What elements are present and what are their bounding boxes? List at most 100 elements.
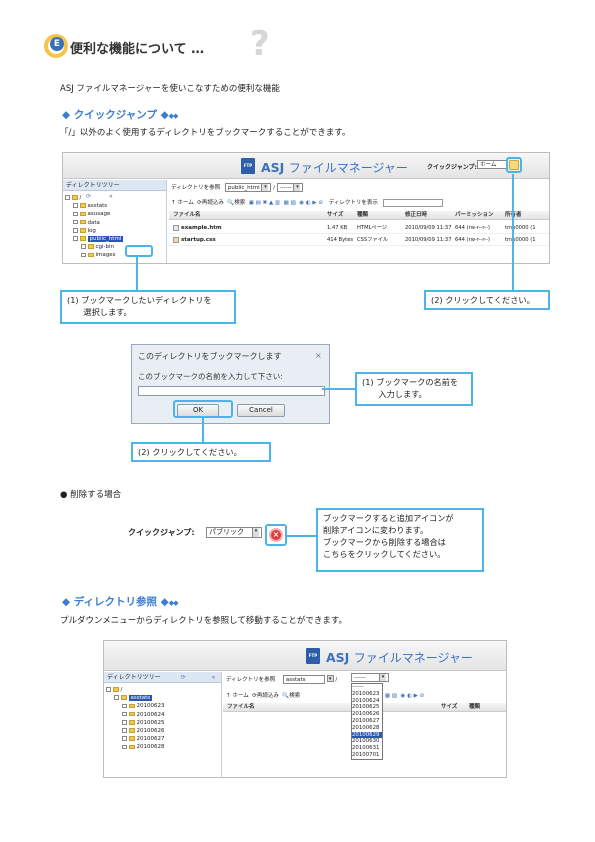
intro-text: ASJ ファイルマネージャーを使いこなすための便利な機能	[60, 84, 280, 94]
dir-ref-select[interactable]: public_html ▾	[224, 183, 272, 192]
tree-item-date[interactable]: 20100625	[106, 719, 221, 727]
reload-button[interactable]: ⟳再読込み	[252, 693, 279, 699]
search-button[interactable]: 🔍検索	[282, 693, 300, 699]
tree-item-date[interactable]: 20100623	[106, 702, 221, 710]
ftp-logo: FTP	[306, 648, 320, 664]
tree-item-date[interactable]: 20100626	[106, 727, 221, 735]
section-title: 便利な機能について …	[70, 42, 205, 57]
app-title: ASJ ファイルマネージャー	[261, 160, 408, 175]
dropdown-option[interactable]: 20100631	[352, 745, 382, 752]
file-columns: ファイル名 サイズ 種類 修正日時 パーミッション 所有者	[169, 211, 549, 220]
col-permission[interactable]: パーミッション	[455, 211, 494, 220]
tree-item-data[interactable]: data	[65, 219, 166, 227]
col-size[interactable]: サイズ	[327, 211, 343, 220]
tree-item-public-html[interactable]: public_html	[65, 235, 166, 243]
tree-item-asstats[interactable]: asstats	[65, 202, 166, 210]
tree-item-root[interactable]: /	[106, 686, 221, 694]
bookmark-name-input[interactable]	[138, 386, 325, 396]
quickjump-heading: ◆ クイックジャンプ ◆◆◆	[62, 107, 179, 122]
callout-select-directory: (1) ブックマークしたいディレクトリを 選択します。	[60, 290, 236, 324]
col-date[interactable]: 修正日時	[405, 211, 427, 220]
app-title: ASJ ファイルマネージャー	[326, 650, 473, 665]
toolbar-icons[interactable]: ▣ ▤ ✖ ▲ ▥ ▦ ▧ ◉ ◐ ▶ ⊘	[247, 200, 323, 206]
tree-item-date[interactable]: 20100628	[106, 743, 221, 751]
star-icon	[509, 160, 519, 170]
tree-header: ディレクトリツリー⟳«	[63, 180, 166, 200]
dir-ref-second-select[interactable]: ------ ▾	[351, 673, 389, 682]
connector-line	[136, 256, 138, 290]
dir-display-label: ディレクトリを表示	[328, 200, 378, 206]
col-type[interactable]: 種類	[469, 703, 480, 712]
connector-line	[202, 418, 204, 442]
dropdown-option[interactable]: 20100701	[352, 752, 382, 759]
connector-line	[512, 174, 514, 290]
delete-bullet: ● 削除する場合	[60, 490, 122, 500]
diamond-small-icon: ◆◆	[168, 112, 179, 120]
diamond-icon: ◆	[160, 109, 169, 121]
dir-ref-row: ディレクトリを参照 asstats ▾ /	[226, 675, 338, 684]
col-size[interactable]: サイズ	[441, 703, 457, 712]
reload-button[interactable]: ⟳再読込み	[197, 200, 224, 206]
close-icon[interactable]: ×	[315, 351, 322, 360]
public-html-highlight	[125, 245, 153, 257]
file-row[interactable]: example.htm 1.47 KB HTMLページ 2010/09/09 1…	[169, 222, 549, 234]
dropdown-option[interactable]: 20100624	[352, 698, 382, 705]
filemanager-screenshot: FTP ASJ ファイルマネージャー クイックジャンプ: ホーム ディレクトリツ…	[62, 152, 550, 264]
tree-list: / asstats 20100623 20100624 20100625 201…	[104, 683, 221, 752]
delete-icon[interactable]: ×	[269, 528, 283, 542]
dirref-heading-text: ディレクトリ参照	[73, 596, 157, 608]
dir-display-input[interactable]	[382, 198, 443, 207]
ftp-logo: FTP	[241, 158, 255, 174]
dropdown-option[interactable]: 20100625	[352, 704, 382, 711]
home-button[interactable]: ↑ ホーム	[226, 693, 249, 699]
tree-item-asstats[interactable]: asstats	[106, 694, 221, 702]
dropdown-option[interactable]: 20100626	[352, 711, 382, 718]
diamond-icon: ◆	[160, 596, 169, 608]
directory-tree: ディレクトリツリー ⟳ « / asstats 20100623 20100624 …	[104, 672, 222, 777]
dirref-heading: ◆ ディレクトリ参照 ◆◆◆	[62, 594, 178, 609]
quickjump-select[interactable]: ホーム	[477, 160, 507, 169]
bookmark-add-button[interactable]	[506, 157, 522, 173]
quickjump-label: クイックジャンプ:	[427, 164, 477, 171]
tree-header: ディレクトリツリー⟳«	[104, 672, 221, 683]
col-type[interactable]: 種類	[357, 211, 368, 220]
dropdown-option-selected[interactable]: 20100629	[352, 731, 382, 739]
dropdown-current[interactable]: ------ ▾	[351, 673, 389, 682]
home-button[interactable]: ↑ ホーム	[171, 200, 194, 206]
file-list: example.htm 1.47 KB HTMLページ 2010/09/09 1…	[169, 222, 549, 246]
question-mark-icon: ?	[250, 24, 270, 64]
callout-enter-name: (1) ブックマークの名前を 入力します。	[355, 372, 473, 406]
file-row[interactable]: startup.css 414 Bytes CSSファイル 2010/09/09…	[169, 234, 549, 246]
dropdown-option[interactable]: 20100628	[352, 725, 382, 732]
dir-ref-select-2[interactable]: ------ ▾	[276, 183, 304, 192]
tree-item-date[interactable]: 20100627	[106, 735, 221, 743]
app-header: FTP ASJ ファイルマネージャー	[104, 641, 506, 671]
app-header: FTP ASJ ファイルマネージャー クイックジャンプ: ホーム	[63, 153, 549, 179]
dir-ref-row: ディレクトリを参照 public_html ▾ / ------ ▾	[171, 183, 304, 192]
dirref-screenshot: FTP ASJ ファイルマネージャー ディレクトリツリー ⟳ « / asstats…	[103, 640, 507, 778]
col-filename[interactable]: ファイル名	[173, 211, 201, 220]
connector-line	[287, 535, 317, 537]
search-button[interactable]: 🔍検索	[227, 200, 245, 206]
dialog-title: このディレクトリをブックマークします	[138, 352, 282, 361]
tree-item-asusage[interactable]: asusage	[65, 210, 166, 218]
tree-item-log[interactable]: log	[65, 227, 166, 235]
dropdown-option[interactable]: ------	[352, 684, 382, 691]
dir-ref-select[interactable]: asstats	[282, 675, 325, 684]
tree-item-date[interactable]: 20100624	[106, 711, 221, 719]
quickjump-heading-text: クイックジャンプ	[73, 109, 157, 121]
toolbar: ↑ ホーム ⟳再読込み 🔍検索 ▣ ▦ ▧ ◉ ◐ ▶ ⊘	[226, 691, 424, 699]
delete-qj-select[interactable]: パブリック ▾	[206, 527, 262, 538]
dropdown-option[interactable]: 20100627	[352, 718, 382, 725]
col-filename[interactable]: ファイル名	[227, 703, 255, 712]
ok-highlight	[173, 400, 233, 418]
cancel-button[interactable]: Cancel	[237, 404, 285, 417]
diamond-small-icon: ◆◆	[168, 599, 179, 607]
tree-item-root[interactable]: /	[65, 194, 166, 202]
toolbar-icons[interactable]: ▣ ▦ ▧ ◉ ◐ ▶ ⊘	[378, 693, 424, 699]
dialog-prompt: このブックマークの名前を入力して下さい:	[138, 372, 283, 381]
dropdown-option[interactable]: 20100630	[352, 738, 382, 745]
callout-click-ok: (2) クリックしてください。	[131, 442, 271, 462]
dirref-description: プルダウンメニューからディレクトリを参照して移動することができます。	[60, 616, 348, 626]
dropdown-option[interactable]: 20100623	[352, 691, 382, 698]
